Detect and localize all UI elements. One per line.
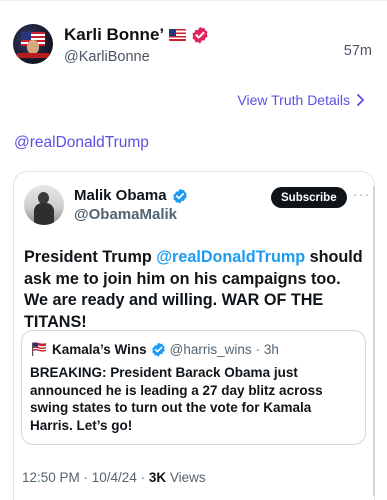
chevron-right-icon <box>357 94 364 106</box>
views-count: 3K <box>148 470 167 485</box>
post-timestamp: 12:50 PM · 10/4/24 · <box>22 470 149 485</box>
truth-author: Karli Bonne’ @KarliBonne <box>13 24 209 65</box>
views-label: Views <box>166 470 206 485</box>
scrollbar[interactable] <box>373 186 375 496</box>
author-name[interactable]: Karli Bonne’ <box>64 25 164 45</box>
avatar[interactable] <box>24 185 64 225</box>
post-mention-link[interactable]: @realDonaldTrump <box>156 248 305 266</box>
quoted-post[interactable]: Kamala’s Wins @harris_wins · 3h BREAKING… <box>21 330 366 445</box>
quoted-author-handle[interactable]: @harris_wins <box>170 342 252 357</box>
top-divider <box>0 0 387 1</box>
view-truth-details-link[interactable]: View Truth Details <box>237 92 365 108</box>
embedded-post-card[interactable]: Malik Obama @ObamaMalik Subscribe ··· Pr… <box>13 171 375 500</box>
verified-blue-icon <box>151 342 165 357</box>
more-options-icon[interactable]: ··· <box>353 186 370 202</box>
post-time: 57m <box>343 43 372 59</box>
quoted-post-text: BREAKING: President Barack Obama just an… <box>30 365 323 433</box>
post-meta: 12:50 PM · 10/4/24 · 3K Views <box>22 470 206 485</box>
quoted-author-name[interactable]: Kamala’s Wins <box>52 342 147 357</box>
us-flag-icon <box>169 29 187 41</box>
post-text-start: President Trump <box>24 248 157 266</box>
subscribe-button[interactable]: Subscribe <box>271 187 347 208</box>
avatar[interactable] <box>13 24 53 64</box>
author-handle[interactable]: @KarliBonne <box>64 49 209 65</box>
verified-red-icon <box>192 26 208 44</box>
verified-blue-icon <box>172 188 187 204</box>
embedded-author-name[interactable]: Malik Obama <box>74 187 167 204</box>
american-flag-emoji-icon <box>32 342 46 356</box>
quoted-post-time: · 3h <box>255 341 279 357</box>
embedded-post-text: President Trump @realDonaldTrump should … <box>24 247 366 333</box>
embedded-author-handle[interactable]: @ObamaMalik <box>74 206 188 223</box>
mention-link[interactable]: @realDonaldTrump <box>14 134 149 152</box>
embedded-post-author: Malik Obama @ObamaMalik <box>24 185 188 225</box>
view-truth-details-label: View Truth Details <box>237 92 350 108</box>
